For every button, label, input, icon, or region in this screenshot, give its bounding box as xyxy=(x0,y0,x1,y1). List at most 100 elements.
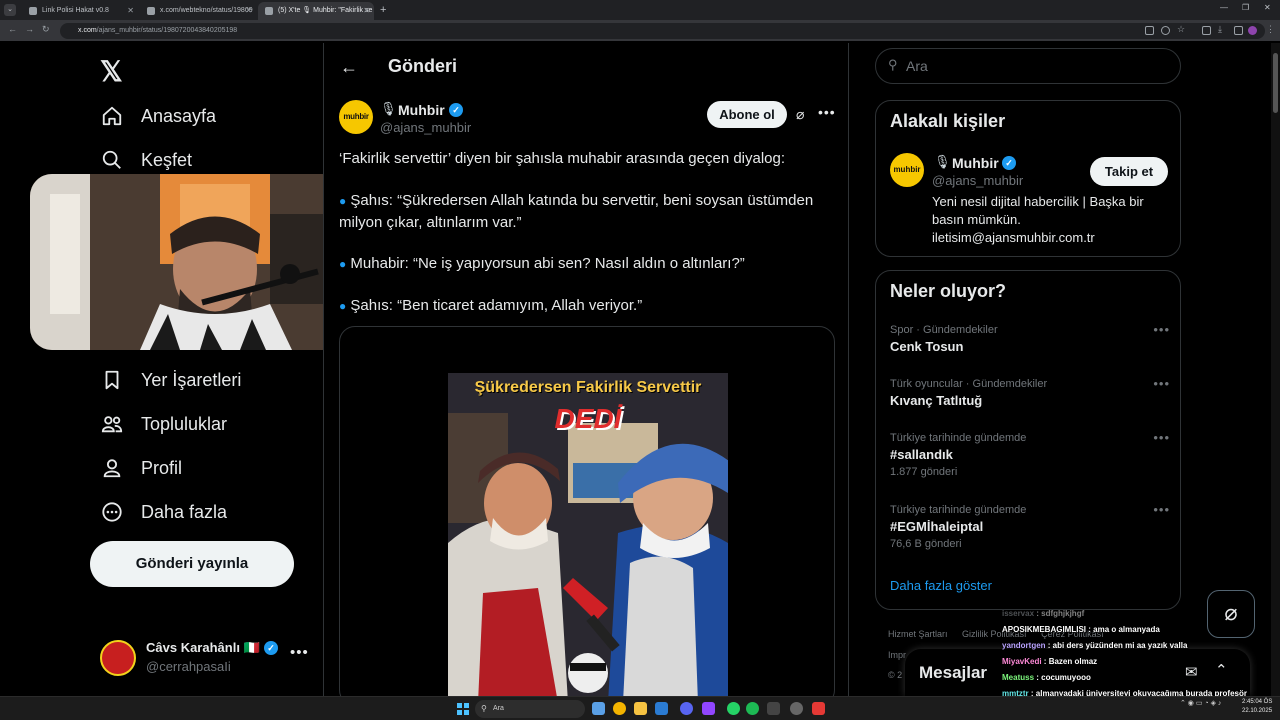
video-player[interactable]: Şükredersen Fakirlik Servettir DEDİ xyxy=(448,373,728,696)
verified-badge-icon: ✓ xyxy=(1002,156,1016,170)
reload-icon[interactable]: ↻ xyxy=(42,24,50,35)
trend-name: Cenk Tosun xyxy=(890,339,964,354)
taskbar-search[interactable]: ⚲ Ara xyxy=(475,700,585,718)
trend-meta: Spor · Gündemdekiler xyxy=(890,324,998,336)
more-icon[interactable]: ••• xyxy=(1153,430,1170,445)
forward-icon[interactable]: → xyxy=(25,24,34,34)
chat-username: isservax xyxy=(1002,609,1035,618)
video-overlay-subtitle: DEDİ xyxy=(554,403,622,434)
windows-start-icon[interactable] xyxy=(457,703,469,715)
more-icon[interactable]: ••• xyxy=(1153,502,1170,517)
profile-avatar[interactable] xyxy=(1248,26,1257,35)
related-handle[interactable]: @ajans_muhbir xyxy=(932,173,1023,188)
search-placeholder: Ara xyxy=(906,58,928,74)
post-text-line: ● Şahıs: “Şükredersen Allah katında bu s… xyxy=(339,190,839,233)
nav-communities[interactable]: Topluluklar xyxy=(100,410,227,438)
scrollbar-thumb[interactable] xyxy=(1273,53,1278,113)
trend-item[interactable]: Türkiye tarihinde gündemde #sallandık 1.… xyxy=(890,430,1170,478)
address-bar[interactable]: x.com/ajans_muhbir/status/19807200438402… xyxy=(60,23,1265,39)
zoom-icon[interactable] xyxy=(1161,26,1170,35)
menu-icon[interactable]: ⋮ xyxy=(1266,24,1275,34)
file-explorer-icon[interactable] xyxy=(634,702,647,715)
chrome-icon[interactable] xyxy=(613,702,626,715)
window-close-icon[interactable]: ✕ xyxy=(1264,3,1271,12)
search-input[interactable]: ⚲ Ara xyxy=(875,48,1181,84)
taskbar-search-placeholder: Ara xyxy=(493,705,504,712)
app-icon[interactable] xyxy=(812,702,825,715)
more-icon[interactable]: ••• xyxy=(290,644,309,661)
post-media[interactable]: Şükredersen Fakirlik Servettir DEDİ xyxy=(339,326,835,696)
more-icon[interactable]: ••• xyxy=(818,104,836,120)
steam-icon[interactable] xyxy=(790,702,803,715)
chat-message: Meatuss : cocumuyooo xyxy=(1002,670,1277,686)
nav-label: Keşfet xyxy=(141,149,193,170)
back-icon[interactable]: ← xyxy=(8,24,17,34)
chat-username: Meatuss xyxy=(1002,673,1035,682)
nav-label: Profil xyxy=(141,457,183,478)
download-icon[interactable]: ⤓ xyxy=(1218,24,1227,34)
author-name[interactable]: Muhbir xyxy=(398,102,445,118)
related-avatar[interactable]: muhbir xyxy=(890,153,924,187)
close-icon[interactable]: ✕ xyxy=(363,2,370,20)
more-icon[interactable]: ••• xyxy=(1153,322,1170,337)
browser-tab-2[interactable]: x.com/webtekno/status/19809 ✕ xyxy=(140,2,256,20)
people-icon xyxy=(100,412,124,436)
trend-item[interactable]: Spor · Gündemdekiler Cenk Tosun ••• xyxy=(890,322,1170,354)
author-handle[interactable]: @ajans_muhbir xyxy=(380,120,471,135)
browser-toolbar: ← → ↻ x.com/ajans_muhbir/status/19807200… xyxy=(0,20,1280,42)
star-icon[interactable]: ☆ xyxy=(1177,24,1186,34)
grok-icon[interactable]: ⌀ xyxy=(796,106,804,123)
clock-date: 22.10.2025 xyxy=(1242,708,1273,714)
back-arrow-icon[interactable]: ← xyxy=(340,57,358,78)
sidebar-icon[interactable] xyxy=(1234,26,1243,35)
nav-label: Anasayfa xyxy=(141,105,217,126)
account-switcher[interactable]: Câvs Karahânlı 🇮🇹 ✓ @cerrahpasaIi ••• xyxy=(100,638,310,678)
nav-explore[interactable]: Keşfet xyxy=(100,146,192,174)
webcam-overlay xyxy=(30,174,344,350)
nav-home[interactable]: Anasayfa xyxy=(100,102,216,130)
author-avatar[interactable]: muhbir xyxy=(339,100,373,134)
browser-tab-3[interactable]: (5) X'te 🎙 Muhbir: "Fakirlik se ✕ xyxy=(258,2,374,20)
discord-icon[interactable] xyxy=(680,702,693,715)
nav-label: Daha fazla xyxy=(141,501,228,522)
post-button[interactable]: Gönderi yayınla xyxy=(90,541,294,587)
store-icon[interactable] xyxy=(655,702,668,715)
card-title: Alakalı kişiler xyxy=(890,111,1006,131)
nav-more[interactable]: Daha fazla xyxy=(100,498,227,526)
app-icon[interactable] xyxy=(767,702,780,715)
page-scrollbar[interactable] xyxy=(1271,43,1280,696)
trend-name: Kıvanç Tatlıtuğ xyxy=(890,393,983,408)
twitch-icon[interactable] xyxy=(702,702,715,715)
new-tab-button[interactable]: + xyxy=(380,3,386,17)
tab-list-button[interactable]: ⌄ xyxy=(4,4,16,16)
nav-profile[interactable]: Profil xyxy=(100,454,182,482)
related-name[interactable]: Muhbir xyxy=(952,155,999,171)
show-more-link[interactable]: Daha fazla göster xyxy=(890,578,992,593)
messages-title: Mesajlar xyxy=(919,663,988,682)
footer-link[interactable]: Hizmet Şartları xyxy=(888,629,948,639)
subscribe-button[interactable]: Abone ol xyxy=(707,101,787,128)
video-overlay-title: Şükredersen Fakirlik Servettir xyxy=(474,379,702,396)
cast-icon[interactable] xyxy=(1145,26,1154,35)
nav-bookmarks[interactable]: Yer İşaretleri xyxy=(100,366,241,394)
minimize-icon[interactable]: — xyxy=(1220,3,1228,12)
follow-button[interactable]: Takip et xyxy=(1090,157,1168,186)
x-logo-icon[interactable]: 𝕏 xyxy=(100,55,123,88)
search-icon xyxy=(100,148,124,172)
trend-item[interactable]: Türkiye tarihinde gündemde #EGMİhaleipta… xyxy=(890,502,1170,550)
trend-item[interactable]: Türk oyuncular · Gündemdekiler Kıvanç Ta… xyxy=(890,376,1170,408)
maximize-icon[interactable]: ❐ xyxy=(1242,3,1249,12)
whatsapp-icon[interactable] xyxy=(727,702,740,715)
close-icon[interactable]: ✕ xyxy=(245,2,252,20)
chat-text: : abi ders yüzünden mi aa yazık valla xyxy=(1045,641,1188,650)
browser-tab-1[interactable]: Link Polisi Hakat v0.8 ✕ xyxy=(22,2,138,20)
avatar xyxy=(100,640,136,676)
more-icon[interactable]: ••• xyxy=(1153,376,1170,391)
extensions-icon[interactable] xyxy=(1202,26,1211,35)
spotify-icon[interactable] xyxy=(746,702,759,715)
copilot-icon[interactable] xyxy=(592,702,605,715)
close-icon[interactable]: ✕ xyxy=(127,2,134,20)
system-tray[interactable]: ⌃ ◉ ▭ ◔ ◈ ♪ xyxy=(1180,699,1221,707)
footer-link[interactable]: Impr xyxy=(888,650,906,660)
verified-badge-icon: ✓ xyxy=(449,103,463,117)
